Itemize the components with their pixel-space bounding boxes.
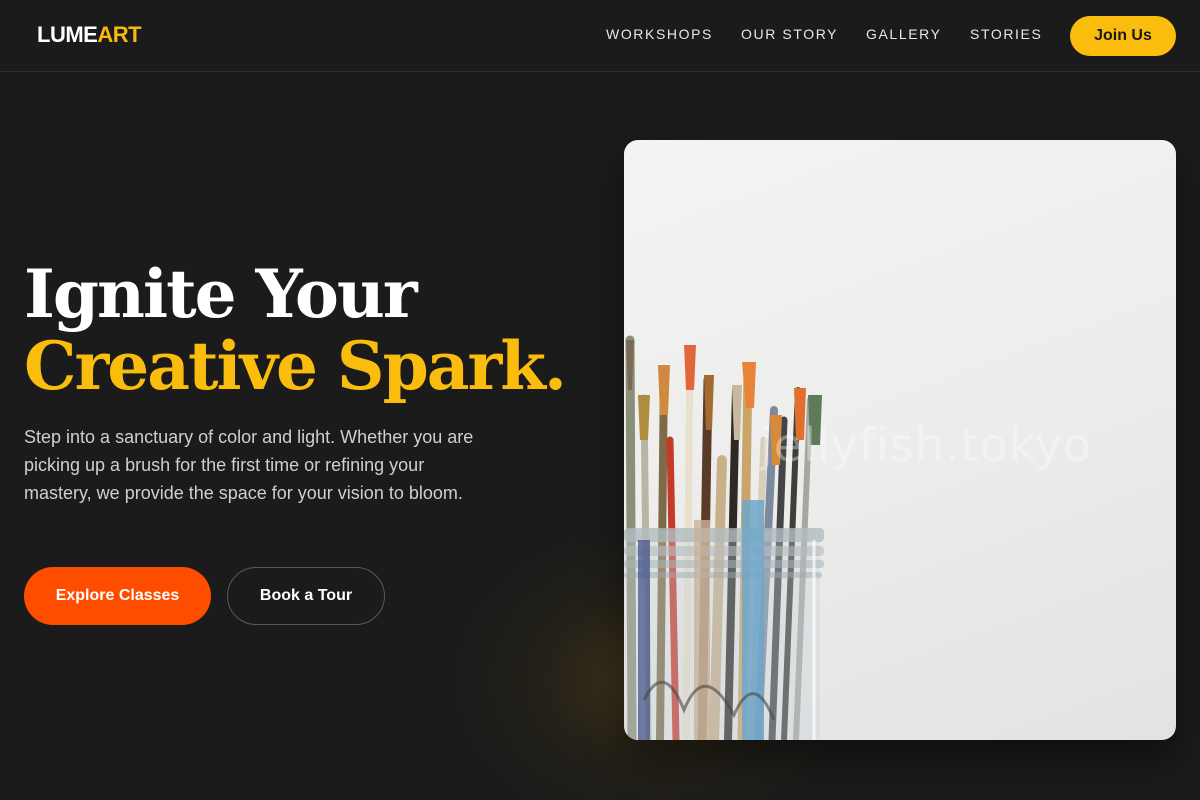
join-us-button[interactable]: Join Us bbox=[1070, 16, 1176, 56]
nav-item-stories[interactable]: STORIES bbox=[970, 26, 1042, 42]
nav-item-our-story[interactable]: OUR STORY bbox=[741, 26, 838, 42]
hero-title: Ignite Your Creative Spark. bbox=[24, 255, 567, 405]
logo-text-primary: LUME bbox=[37, 22, 98, 47]
hero-image: jellyfish.tokyo bbox=[624, 140, 1176, 740]
top-nav: LUMEART WORKSHOPS OUR STORY GALLERY STOR… bbox=[0, 0, 1200, 72]
explore-classes-button[interactable]: Explore Classes bbox=[24, 567, 211, 625]
nav-item-gallery[interactable]: GALLERY bbox=[866, 26, 942, 42]
nav-item-workshops[interactable]: WORKSHOPS bbox=[606, 26, 713, 42]
book-tour-button[interactable]: Book a Tour bbox=[227, 567, 385, 625]
image-watermark: jellyfish.tokyo bbox=[760, 418, 1093, 472]
logo[interactable]: LUMEART bbox=[37, 22, 142, 48]
hero-subtitle: Step into a sanctuary of color and light… bbox=[24, 427, 474, 503]
hero-title-line2: Creative Spark. bbox=[24, 327, 567, 405]
logo-text-accent: ART bbox=[97, 22, 142, 47]
hero-title-line1: Ignite Your bbox=[24, 255, 418, 333]
